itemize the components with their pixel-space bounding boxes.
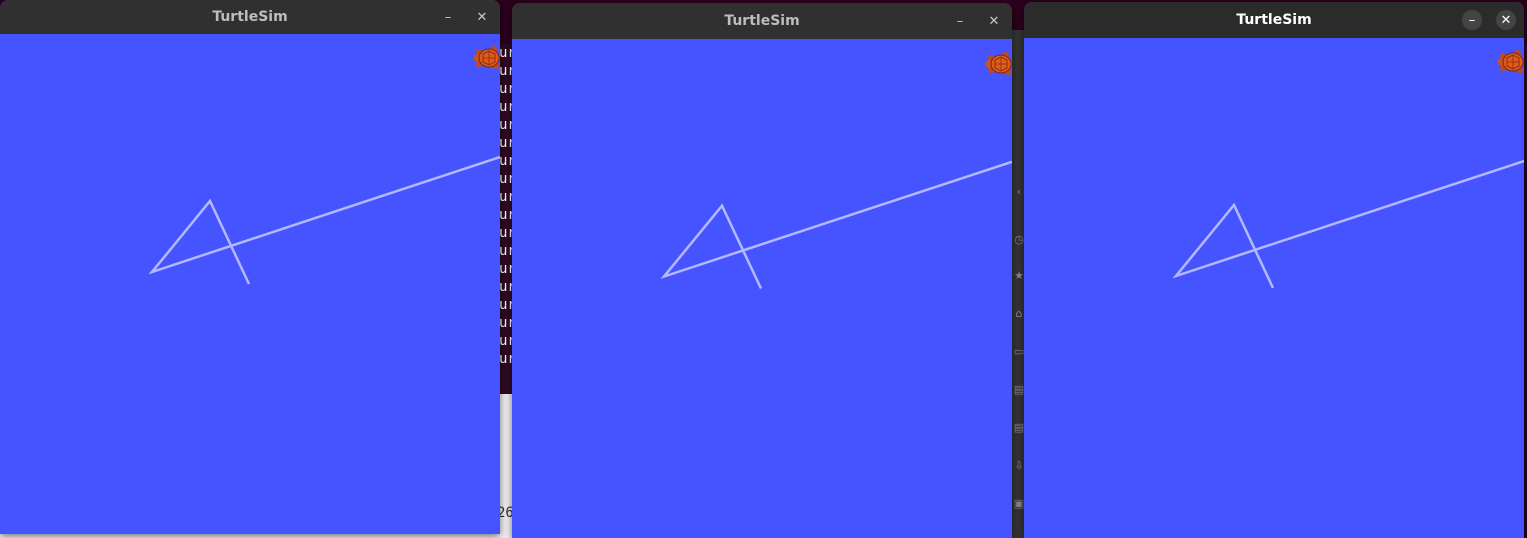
turtle-canvas <box>0 34 500 534</box>
turtle-canvas <box>512 39 1012 538</box>
title-bar[interactable]: TurtleSim – ✕ <box>512 3 1012 39</box>
close-button[interactable]: ✕ <box>472 7 492 27</box>
pen-trail <box>148 155 500 285</box>
turtlesim-window-3[interactable]: TurtleSim – ✕ <box>1024 2 1524 538</box>
pen-trail <box>660 160 1012 290</box>
turtle-icon <box>1497 48 1524 76</box>
turtlesim-window-2[interactable]: TurtleSim – ✕ <box>512 3 1012 538</box>
turtle-canvas <box>1024 38 1524 538</box>
window-title: TurtleSim <box>212 9 288 25</box>
turtle-icon <box>473 44 500 72</box>
desktop: ur ur ur ur ur ur ur ur ur ur ur ur ur ur ur ur ur ur 26 … <box>0 0 1527 538</box>
turtle-icon <box>985 50 1012 78</box>
close-button[interactable]: ✕ <box>984 11 1004 31</box>
minimize-button[interactable]: – <box>950 11 970 31</box>
minimize-button[interactable]: – <box>1462 10 1482 30</box>
window-title: TurtleSim <box>724 13 800 29</box>
title-bar[interactable]: TurtleSim – ✕ <box>0 0 500 34</box>
minimize-button[interactable]: – <box>438 7 458 27</box>
pen-trail <box>1172 159 1524 289</box>
window-title: TurtleSim <box>1236 12 1312 28</box>
title-bar[interactable]: TurtleSim – ✕ <box>1024 2 1524 38</box>
close-button[interactable]: ✕ <box>1496 10 1516 30</box>
turtlesim-window-1[interactable]: TurtleSim – ✕ <box>0 0 500 534</box>
